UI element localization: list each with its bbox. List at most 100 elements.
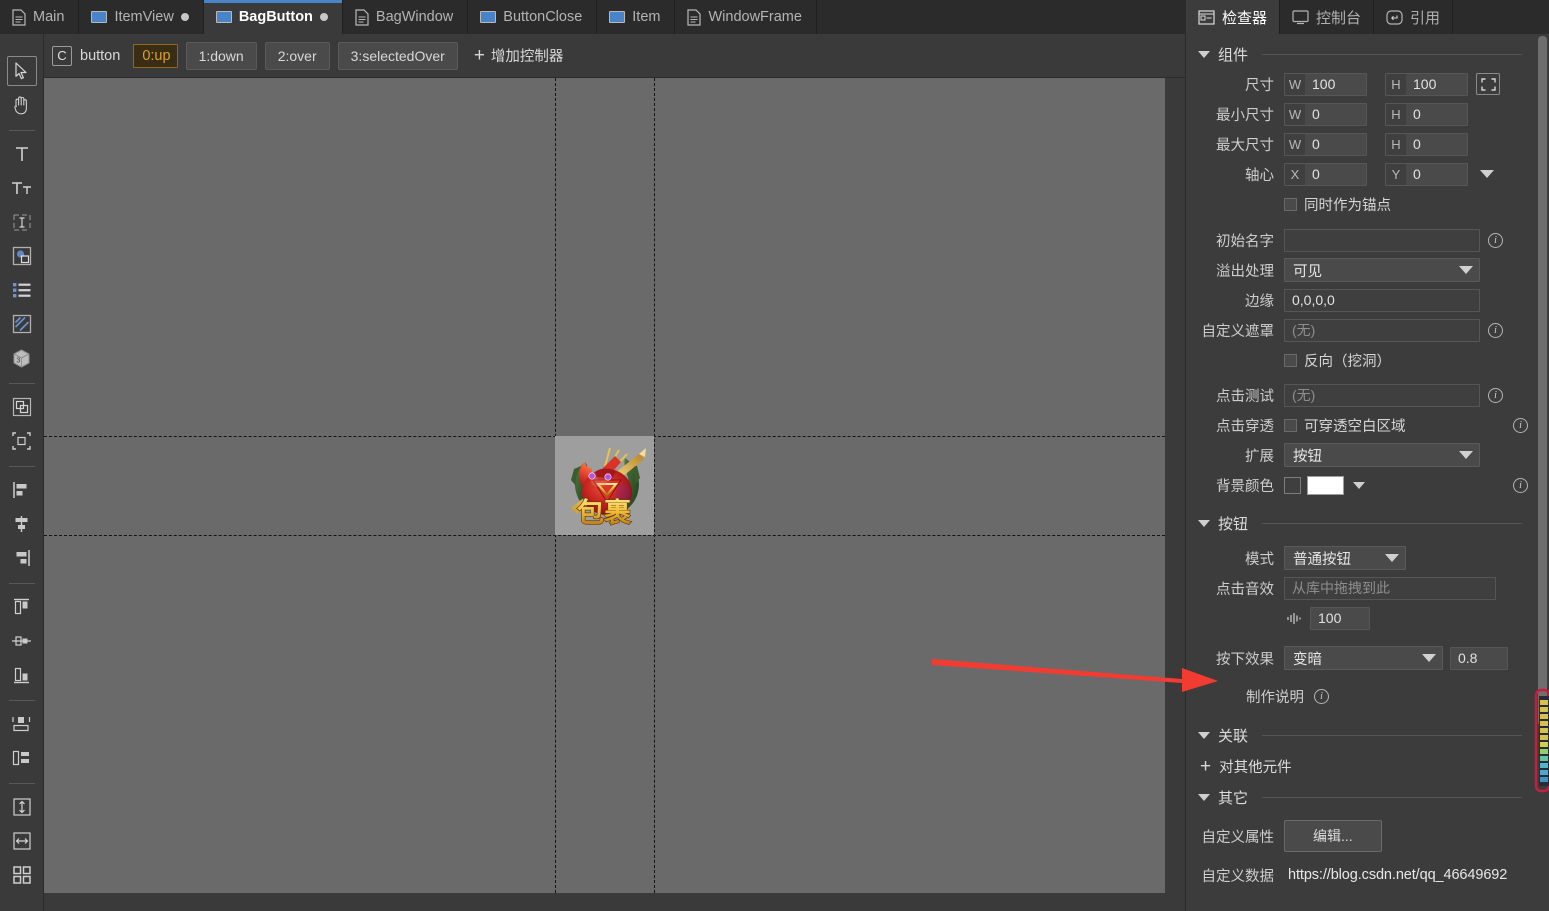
info-icon[interactable]: i [1488,387,1503,403]
pivot-y-input[interactable]: Y 0 [1385,162,1468,186]
tab-item[interactable]: Item [597,0,676,34]
min-width-input[interactable]: W 0 [1284,102,1367,126]
extension-select[interactable]: 按钮 [1284,443,1480,467]
tab-buttonclose[interactable]: ButtonClose [468,0,598,34]
chevron-down-icon[interactable] [1198,732,1210,739]
chevron-down-icon[interactable] [1198,51,1210,58]
controller-state-2-over[interactable]: 2:over [264,41,330,70]
max-height-input[interactable]: H 0 [1385,132,1468,156]
align-middle-v[interactable] [7,626,37,656]
bg-color-swatch[interactable] [1307,475,1344,495]
transform-icon [11,431,32,451]
inspector-vertical-scrollbar[interactable] [1536,36,1548,726]
info-icon[interactable]: i [1488,322,1503,338]
max-width-input[interactable]: W 0 [1284,132,1367,156]
press-effect-amount-input[interactable]: 0.8 [1450,646,1508,670]
grid-layout[interactable] [7,860,37,890]
row-custom-mask: 自定义遮罩 (无) i [1186,315,1536,345]
text-tool[interactable] [7,139,37,169]
section-header-button[interactable]: 按钮 [1186,500,1536,538]
size-width-input[interactable]: W 100 [1284,72,1367,96]
mode-select[interactable]: 普通按钮 [1284,546,1406,570]
controller-state-3-selectedover[interactable]: 3:selectedOver [337,41,458,70]
row-max-size: 最大尺寸 W 0 H 0 [1186,129,1536,159]
plus-icon: + [473,45,485,66]
section-header-relation[interactable]: 关联 [1186,711,1536,750]
tab-bagbutton[interactable]: BagButton [203,0,343,34]
distribute-v[interactable] [7,743,37,773]
bag-button-component[interactable]: 包裹 [555,436,654,535]
pivot-more-chevron-down-icon[interactable] [1480,170,1494,178]
align-center-h[interactable] [7,509,37,539]
tab-console[interactable]: 控制台 [1280,0,1375,34]
custom-mask-input[interactable]: (无) [1284,318,1480,342]
align-left[interactable] [7,475,37,505]
controller-name[interactable]: button [80,48,120,64]
loader-tool[interactable] [7,241,37,271]
tab-windowframe[interactable]: WindowFrame [675,0,817,34]
margin-input[interactable]: 0,0,0,0 [1284,288,1480,312]
input-text-tool[interactable] [7,207,37,237]
chevron-down-icon[interactable] [1198,794,1210,801]
tab-inspector[interactable]: 检查器 [1186,0,1281,34]
align-top[interactable] [7,592,37,622]
info-icon[interactable]: i [1513,417,1528,433]
row-anchor-checkbox: 同时作为锚点 [1186,189,1536,219]
controller-state-1-down[interactable]: 1:down [185,41,257,70]
initial-name-input[interactable] [1284,228,1480,252]
tab-itemview[interactable]: ItemView [79,0,204,34]
tab-reference[interactable]: 引用 [1374,0,1454,34]
add-relation-button[interactable]: + 对其他元件 [1186,750,1536,783]
x-prefix: X [1285,163,1305,185]
chevron-down-icon[interactable] [1353,481,1365,489]
custom-data-value[interactable]: https://blog.csdn.net/qq_46649692 [1284,867,1507,883]
add-controller-button[interactable]: + 增加控制器 [474,45,564,66]
component-icon [480,11,497,23]
hit-test-input[interactable]: (无) [1284,383,1480,407]
section-header-other[interactable]: 其它 [1186,783,1536,812]
pivot-x-input[interactable]: X 0 [1284,162,1367,186]
align-bottom[interactable] [7,660,37,690]
match-height[interactable] [7,792,37,822]
pan-tool[interactable] [7,90,37,120]
match-width[interactable] [7,826,37,856]
cube-3d-tool[interactable]: 3 [7,343,37,373]
section-header-component[interactable]: 组件 [1186,34,1536,69]
row-press-effect: 按下效果 变暗 0.8 [1186,643,1536,673]
info-icon[interactable]: i [1314,688,1329,704]
transform-tool[interactable] [7,426,37,456]
press-effect-select[interactable]: 变暗 [1284,646,1443,670]
info-icon[interactable]: i [1513,477,1528,493]
bg-color-enable-swatch[interactable] [1284,476,1301,494]
min-height-input[interactable]: H 0 [1385,102,1468,126]
expand-icon[interactable] [1476,73,1500,95]
canvas-viewport[interactable]: 包裹 [44,78,1185,911]
chevron-down-icon[interactable] [1198,520,1210,527]
divider [1262,797,1522,798]
volume-input[interactable]: 100 [1310,606,1370,630]
anchor-checkbox[interactable] [1284,197,1297,211]
select-tool[interactable] [6,56,37,86]
align-right[interactable] [7,543,37,573]
max-size-label: 最大尺寸 [1216,137,1274,154]
overflow-select[interactable]: 可见 [1284,258,1480,282]
divider [1262,735,1522,736]
scrollbar-thumb[interactable] [1538,36,1547,726]
edit-custom-props-button[interactable]: 编辑... [1284,820,1382,852]
info-icon[interactable]: i [1488,232,1503,248]
size-height-input[interactable]: H 100 [1385,72,1468,96]
list-tool[interactable] [7,275,37,305]
tab-main[interactable]: Main [0,0,80,34]
controller-state-0-up[interactable]: 0:up [133,43,178,68]
design-canvas[interactable]: 包裹 [44,78,1165,893]
chevron-down-icon [1422,654,1436,662]
distribute-h[interactable] [7,709,37,739]
hit-through-checkbox[interactable] [1284,418,1297,432]
group-tool[interactable] [7,392,37,422]
tab-bagwindow[interactable]: BagWindow [343,0,469,34]
graph-tool[interactable] [7,309,37,339]
reverse-checkbox[interactable] [1284,353,1297,367]
rich-text-tool[interactable] [7,173,37,203]
guide-line-vertical-right [654,78,655,893]
click-sound-input[interactable]: 从库中拖拽到此 [1284,576,1496,600]
